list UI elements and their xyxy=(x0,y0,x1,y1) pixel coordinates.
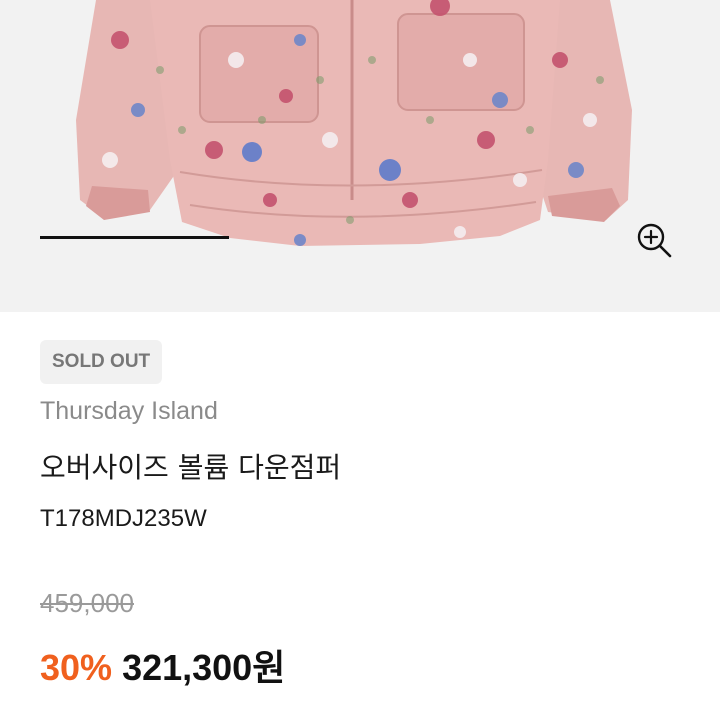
zoom-in-button[interactable] xyxy=(632,218,676,262)
original-price: 459,000 xyxy=(40,588,134,618)
sale-price-row: 30% 321,300원 xyxy=(40,646,285,691)
zoom-in-icon xyxy=(637,223,672,258)
product-code: T178MDJ235W xyxy=(40,505,207,532)
product-detail-page: SOLD OUT Thursday Island 오버사이즈 볼륨 다운점퍼 T… xyxy=(0,0,720,720)
sold-out-badge: SOLD OUT xyxy=(40,340,163,384)
product-title: 오버사이즈 볼륨 다운점퍼 xyxy=(40,451,342,484)
product-image-gallery[interactable] xyxy=(0,0,720,312)
discount-rate: 30% xyxy=(40,647,113,688)
product-info: SOLD OUT Thursday Island 오버사이즈 볼륨 다운점퍼 T… xyxy=(40,340,680,689)
gallery-progress-bar xyxy=(40,236,680,239)
currency-suffix: 원 xyxy=(252,648,286,689)
gallery-progress-fill xyxy=(40,236,229,239)
brand-name[interactable]: Thursday Island xyxy=(40,396,218,426)
jacket-illustration xyxy=(76,0,632,246)
sale-price: 321,300 xyxy=(122,647,253,688)
product-image xyxy=(76,0,632,246)
